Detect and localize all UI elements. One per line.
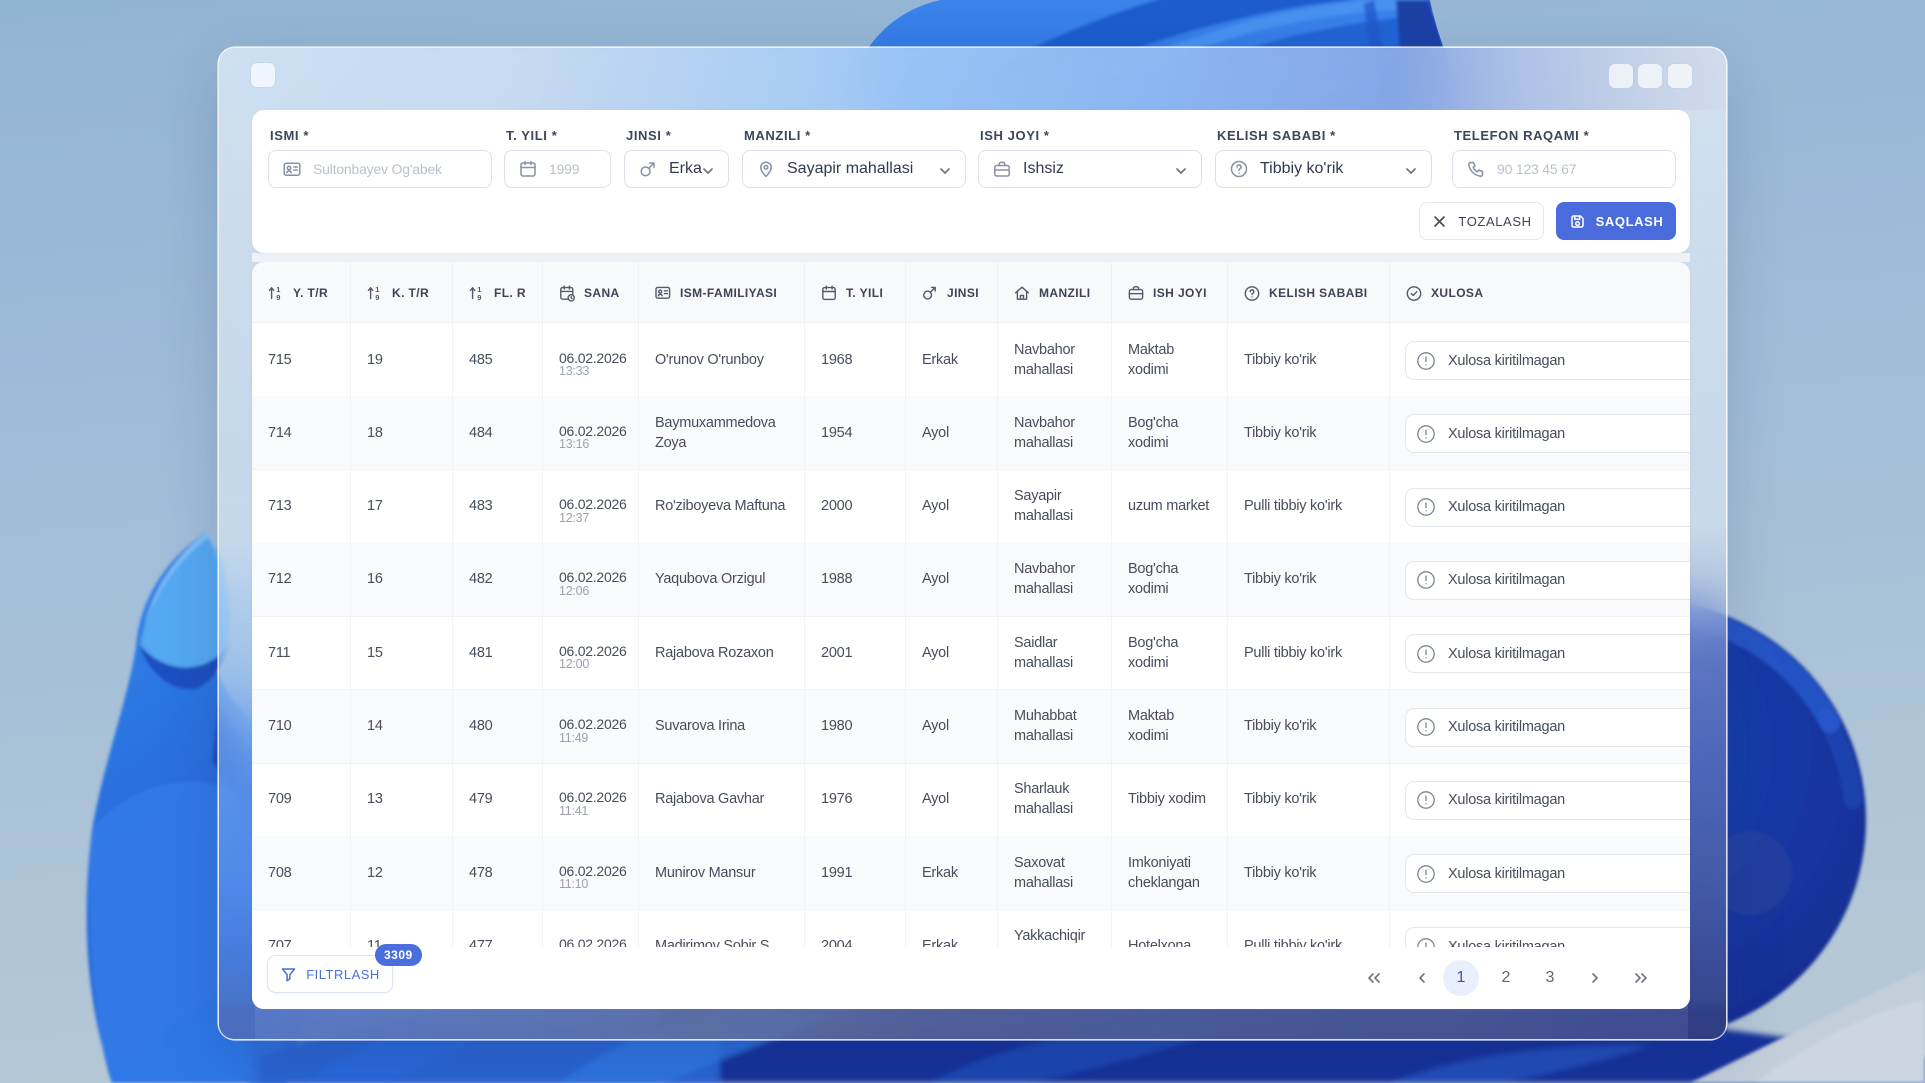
svg-text:9: 9 [375,293,380,302]
svg-text:9: 9 [477,293,482,302]
svg-text:9: 9 [276,293,281,302]
